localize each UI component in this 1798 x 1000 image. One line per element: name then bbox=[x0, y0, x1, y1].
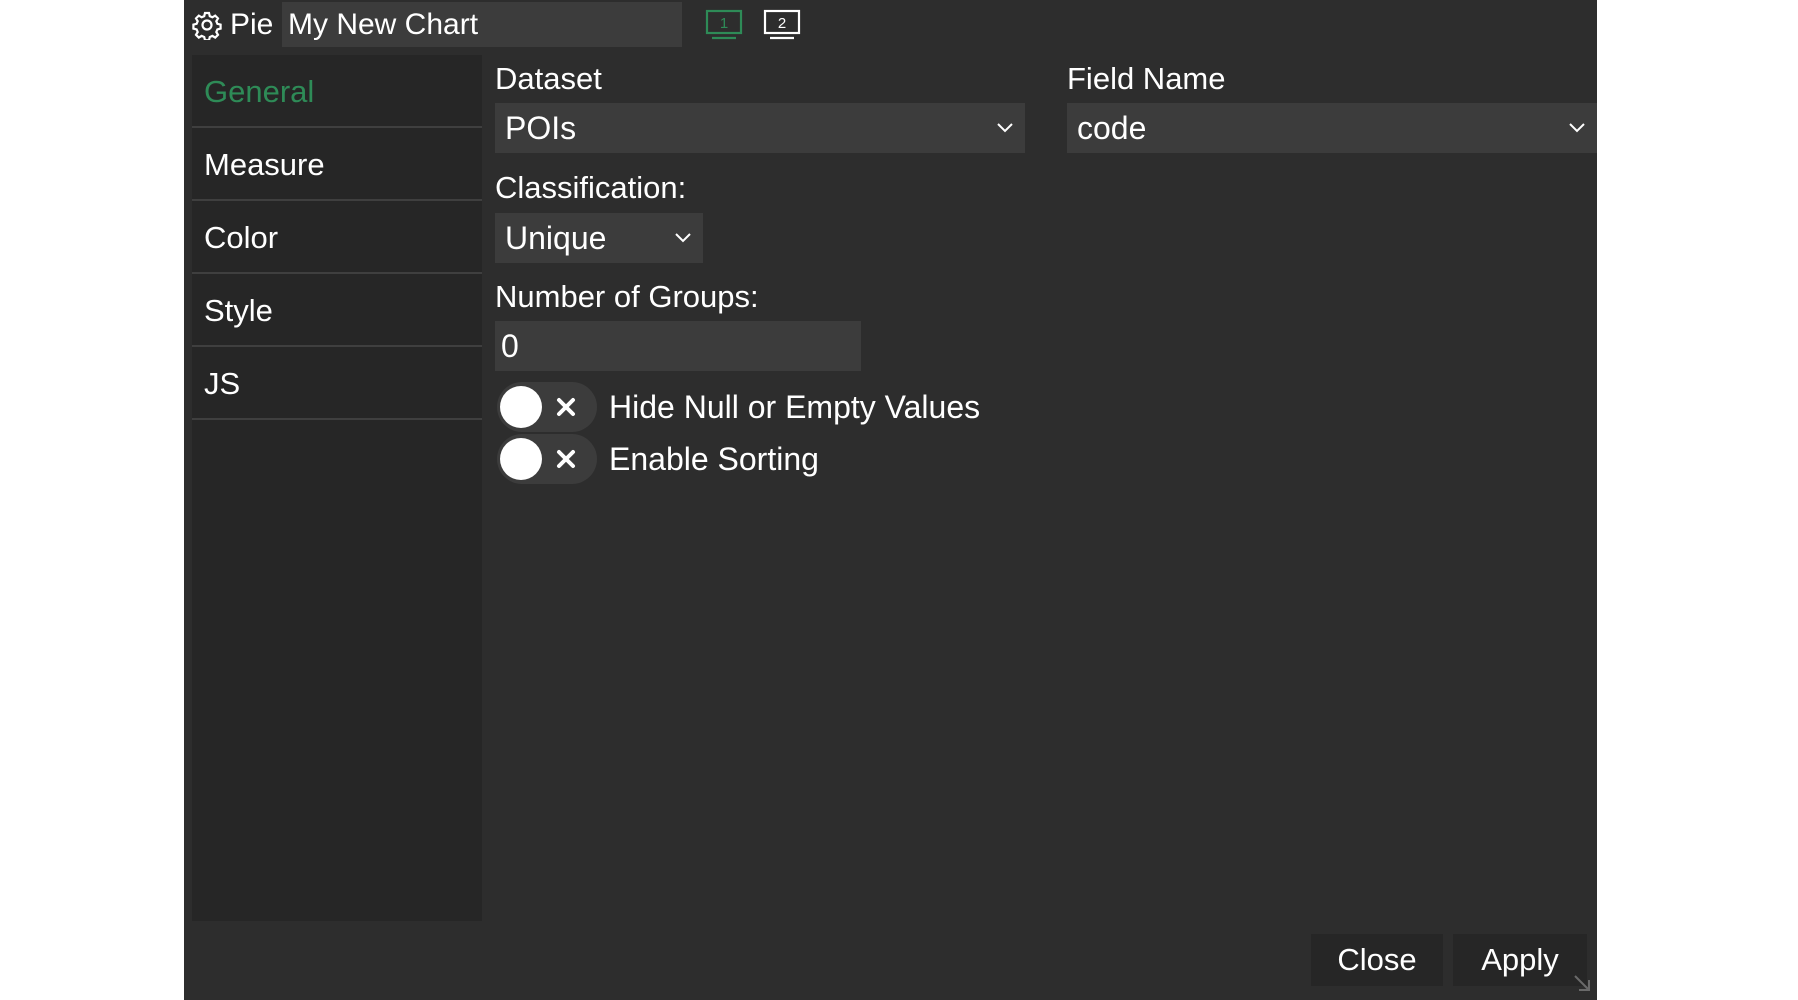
toggle-knob bbox=[500, 386, 542, 428]
screen-2-label: 2 bbox=[778, 15, 786, 32]
monitor-icon: 1 bbox=[705, 9, 743, 40]
resize-handle-icon[interactable] bbox=[1571, 972, 1593, 994]
classification-value: Unique bbox=[505, 220, 607, 256]
enable-sorting-toggle[interactable] bbox=[497, 434, 597, 484]
toggle-knob bbox=[500, 438, 542, 480]
hide-null-toggle[interactable] bbox=[497, 382, 597, 432]
chart-title-input[interactable] bbox=[282, 2, 682, 47]
dataset-label: Dataset bbox=[495, 61, 602, 96]
chevron-down-icon bbox=[675, 233, 691, 243]
chart-settings-dialog: Pie 1 2 General Measure Color Style JS D… bbox=[184, 0, 1597, 1000]
gear-icon[interactable] bbox=[192, 10, 222, 42]
close-icon bbox=[557, 450, 575, 468]
screen-1-button[interactable]: 1 bbox=[704, 8, 744, 42]
sidebar-item-measure[interactable]: Measure bbox=[192, 128, 482, 201]
groups-input[interactable] bbox=[495, 321, 861, 371]
apply-button[interactable]: Apply bbox=[1453, 934, 1587, 986]
dataset-value: POIs bbox=[505, 110, 577, 146]
sidebar-item-style[interactable]: Style bbox=[192, 274, 482, 347]
field-name-select[interactable]: code bbox=[1067, 103, 1597, 153]
chevron-down-icon bbox=[1569, 123, 1585, 133]
enable-sorting-label: Enable Sorting bbox=[609, 441, 819, 477]
close-icon bbox=[557, 398, 575, 416]
screen-2-button[interactable]: 2 bbox=[762, 8, 802, 42]
field-name-value: code bbox=[1077, 110, 1147, 146]
sidebar-item-color[interactable]: Color bbox=[192, 201, 482, 274]
hide-null-label: Hide Null or Empty Values bbox=[609, 389, 981, 425]
chevron-down-icon bbox=[997, 123, 1013, 133]
field-name-label: Field Name bbox=[1067, 61, 1226, 96]
chart-type-label: Pie bbox=[230, 8, 274, 41]
screen-1-label: 1 bbox=[720, 15, 728, 32]
classification-select[interactable]: Unique bbox=[495, 213, 703, 263]
groups-label: Number of Groups: bbox=[495, 279, 759, 314]
settings-sidebar: General Measure Color Style JS bbox=[192, 55, 482, 921]
dataset-select[interactable]: POIs bbox=[495, 103, 1025, 153]
dialog-header: Pie 1 2 bbox=[184, 0, 1597, 50]
sidebar-item-js[interactable]: JS bbox=[192, 347, 482, 420]
monitor-icon: 2 bbox=[763, 9, 801, 40]
close-button[interactable]: Close bbox=[1311, 934, 1443, 986]
classification-label: Classification: bbox=[495, 170, 687, 205]
sidebar-item-general[interactable]: General bbox=[192, 55, 482, 128]
